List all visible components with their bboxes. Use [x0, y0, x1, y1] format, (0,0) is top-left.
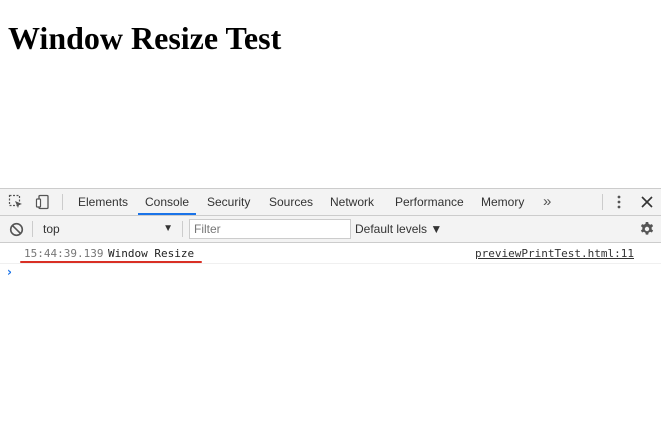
devtools-panel: Elements Console Security Sources Networ…: [0, 188, 661, 437]
red-underline-annotation: [20, 261, 202, 263]
toolbar-separator: [62, 194, 63, 210]
chevron-double-right-icon[interactable]: »: [543, 189, 551, 215]
gear-icon[interactable]: [638, 220, 656, 238]
log-timestamp: 15:44:39.139: [24, 247, 104, 260]
console-log-row: 15:44:39.139 Window Resize previewPrintT…: [0, 243, 661, 264]
toolbar-separator: [182, 221, 183, 237]
log-message: Window Resize: [108, 247, 195, 260]
tab-sources[interactable]: Sources: [269, 189, 313, 215]
tab-elements[interactable]: Elements: [78, 189, 128, 215]
inspect-element-icon[interactable]: [7, 193, 25, 211]
filter-input[interactable]: [189, 219, 351, 239]
devtools-tabbar: Elements Console Security Sources Networ…: [0, 189, 661, 216]
tab-network[interactable]: Network: [330, 189, 374, 215]
tab-console[interactable]: Console: [138, 189, 197, 215]
close-icon[interactable]: [638, 193, 656, 211]
toolbar-separator: [32, 221, 33, 237]
console-output: 15:44:39.139 Window Resize previewPrintT…: [0, 243, 661, 437]
vertical-dots-icon[interactable]: [610, 193, 628, 211]
tab-performance[interactable]: Performance: [395, 189, 464, 215]
device-toolbar-icon[interactable]: [34, 193, 52, 211]
console-toolbar: top ▼ Default levels ▼: [0, 216, 661, 243]
tab-memory[interactable]: Memory: [481, 189, 524, 215]
page-title: Window Resize Test: [8, 20, 282, 56]
context-select-value: top: [43, 222, 60, 236]
clear-console-icon[interactable]: [7, 220, 25, 238]
toolbar-separator: [602, 194, 603, 210]
log-source-link[interactable]: previewPrintTest.html:11: [475, 247, 634, 260]
tab-security[interactable]: Security: [207, 189, 250, 215]
triangle-down-icon: ▼: [163, 223, 173, 234]
console-prompt-icon[interactable]: ›: [7, 265, 12, 279]
log-levels-dropdown[interactable]: Default levels ▼: [355, 216, 442, 242]
context-select[interactable]: top ▼: [39, 218, 177, 240]
